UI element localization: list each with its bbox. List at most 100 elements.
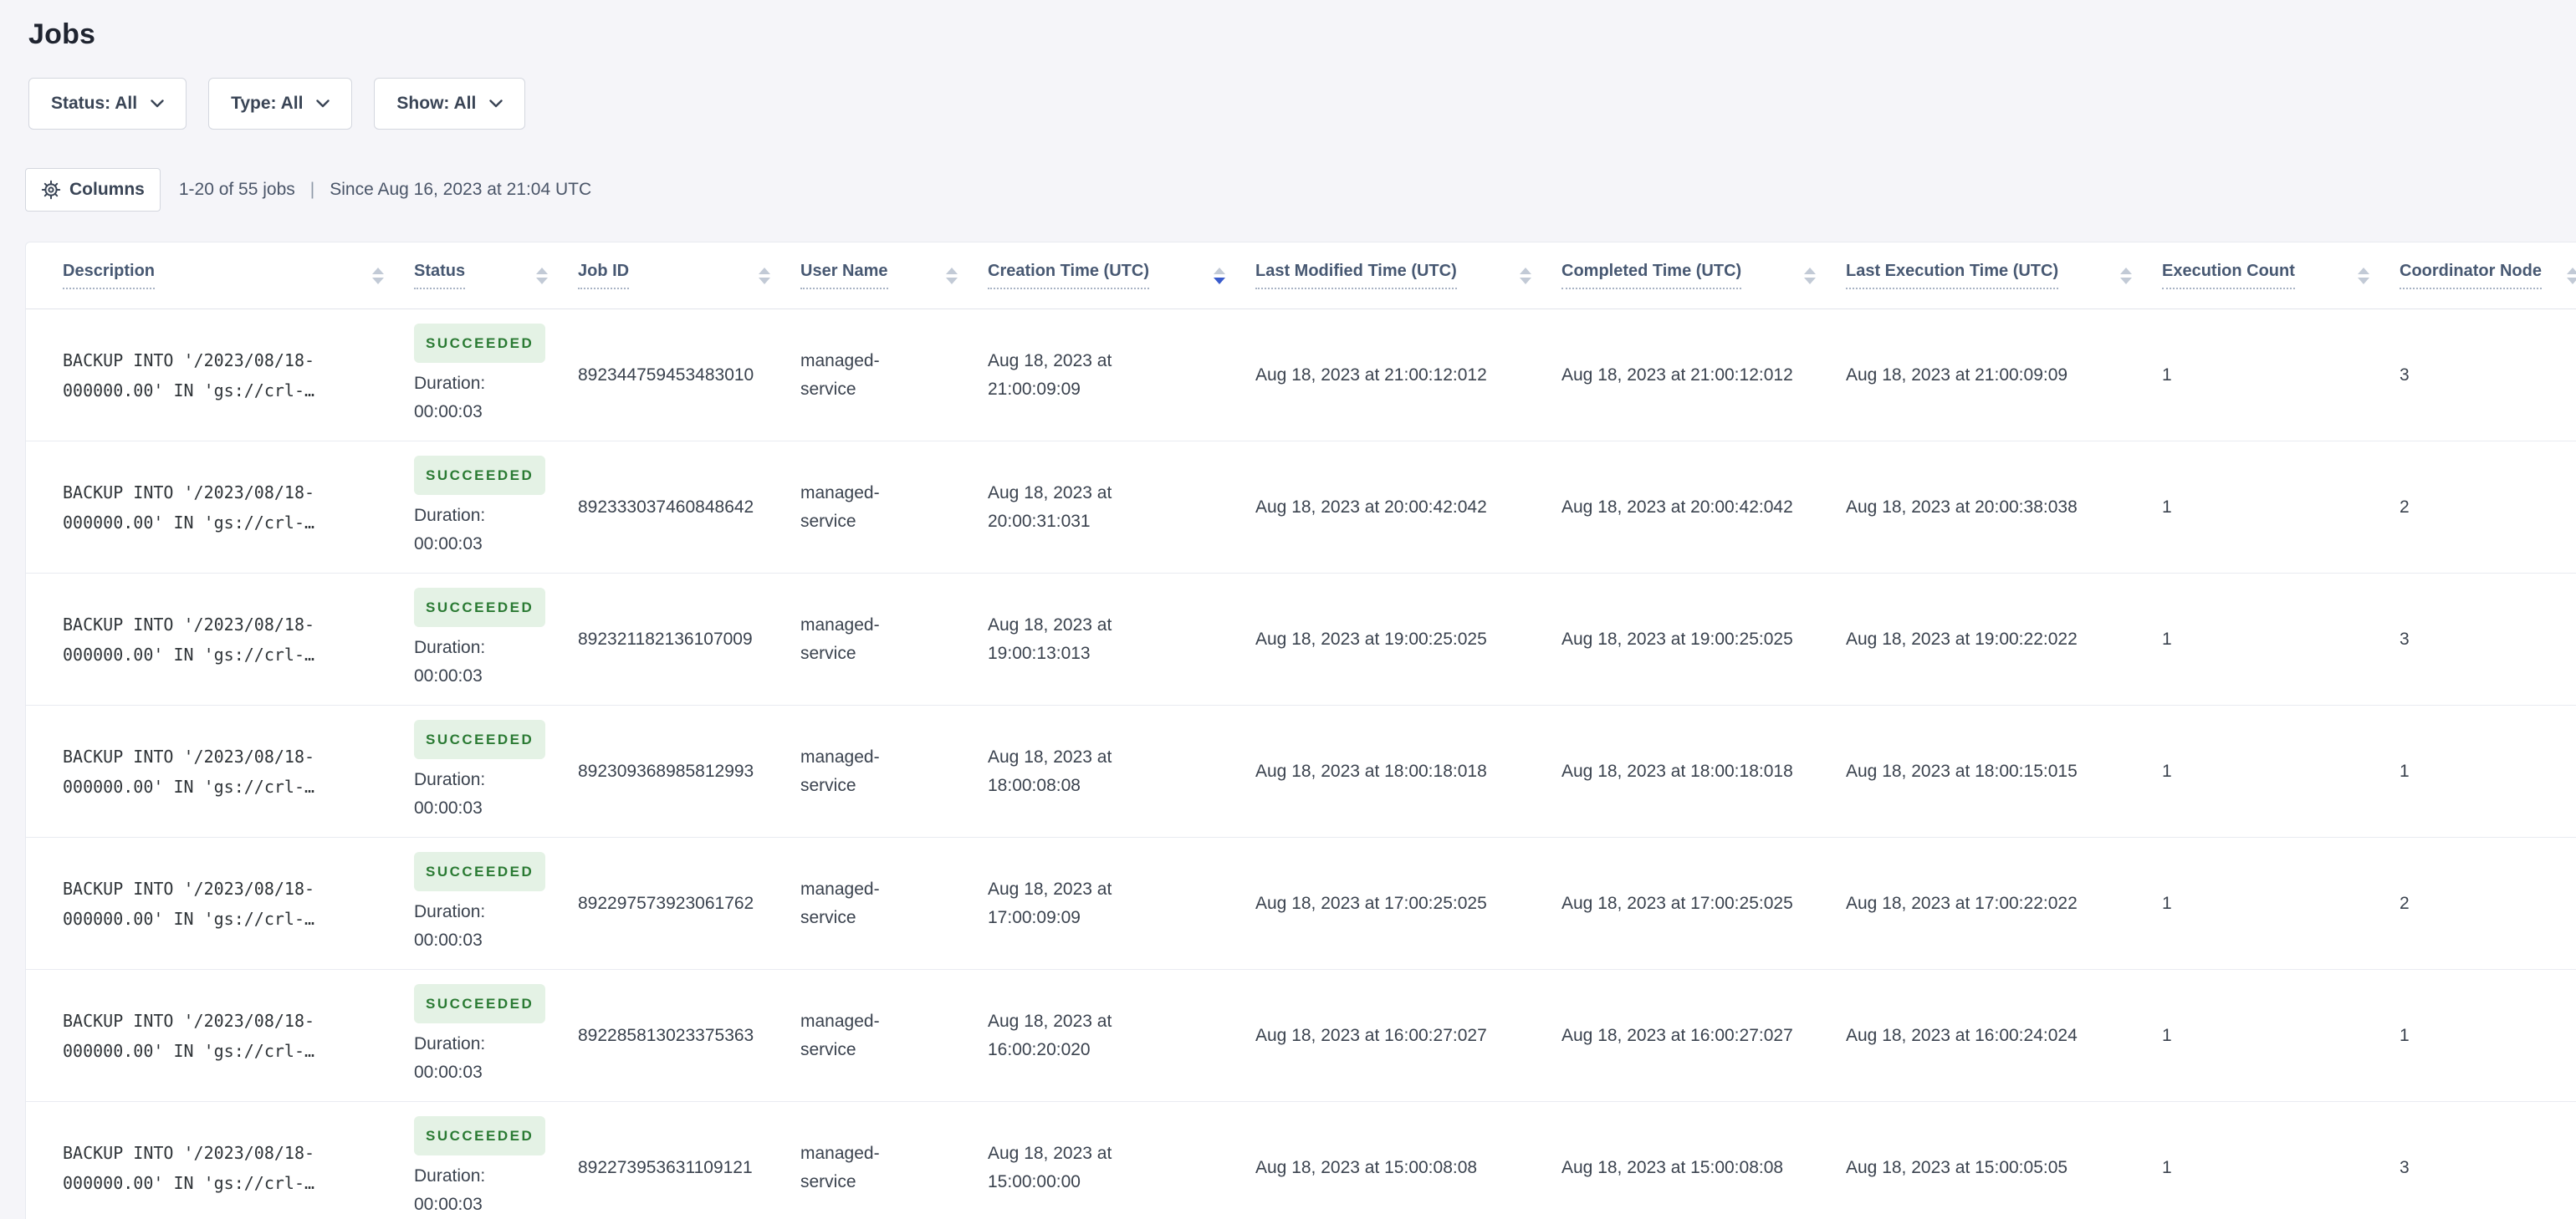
duration-label: Duration: — [414, 374, 486, 393]
show-filter-dropdown[interactable]: Show: All — [374, 78, 526, 130]
creation-time-line2: 16:00:20:020 — [988, 1039, 1091, 1059]
sort-icon — [2120, 267, 2132, 284]
table-row: BACKUP INTO '/2023/08/18- 000000.00' IN … — [26, 838, 2576, 970]
last-execution-time-cell: Aug 18, 2023 at 17:00:22:022 — [1846, 893, 2078, 913]
duration-value: 00:00:03 — [414, 402, 483, 421]
column-header-completed-time[interactable]: Completed Time (UTC) — [1561, 242, 1846, 309]
jobs-table: Description Status Job ID User Name Crea… — [25, 242, 2576, 1219]
job-description-link[interactable]: BACKUP INTO '/2023/08/18- 000000.00' IN … — [63, 1138, 384, 1198]
last-modified-time-cell: Aug 18, 2023 at 21:00:12:012 — [1255, 365, 1487, 385]
user-name-cell: managed-service — [800, 879, 880, 927]
job-description-link[interactable]: BACKUP INTO '/2023/08/18- 000000.00' IN … — [63, 1006, 384, 1066]
duration-label: Duration: — [414, 506, 486, 525]
description-line2: 000000.00' IN 'gs://crl-… — [63, 644, 315, 665]
creation-time-line1: Aug 18, 2023 at — [988, 1011, 1112, 1031]
sort-icon — [2567, 267, 2576, 284]
user-name-cell: managed-service — [800, 1143, 880, 1191]
status-filter-dropdown[interactable]: Status: All — [28, 78, 187, 130]
column-header-creation-time[interactable]: Creation Time (UTC) — [988, 242, 1255, 309]
show-filter-label: Show: All — [396, 94, 477, 113]
coordinator-node-cell: 3 — [2400, 365, 2410, 385]
job-id-cell: 892333037460848642 — [578, 497, 754, 517]
creation-time-line1: Aug 18, 2023 at — [988, 879, 1112, 899]
description-cell: BACKUP INTO '/2023/08/18- 000000.00' IN … — [26, 1138, 414, 1198]
column-header-label: Execution Count — [2162, 262, 2295, 289]
column-header-label: Coordinator Node — [2400, 262, 2542, 289]
completed-time-cell: Aug 18, 2023 at 15:00:08:08 — [1561, 1157, 1784, 1177]
coordinator-node-cell: 3 — [2400, 1157, 2410, 1177]
status-badge: SUCCEEDED — [414, 852, 546, 891]
coordinator-node-cell: 1 — [2400, 761, 2410, 781]
description-cell: BACKUP INTO '/2023/08/18- 000000.00' IN … — [26, 345, 414, 405]
column-header-last-execution-time[interactable]: Last Execution Time (UTC) — [1846, 242, 2162, 309]
columns-button[interactable]: Columns — [25, 168, 161, 212]
gear-icon — [41, 180, 61, 200]
last-modified-time-cell: Aug 18, 2023 at 15:00:08:08 — [1255, 1157, 1478, 1177]
duration-label: Duration: — [414, 902, 486, 921]
creation-time-cell: Aug 18, 2023 at 15:00:00:00 — [988, 1140, 1255, 1196]
status-cell: SUCCEEDED Duration: 00:00:03 — [414, 984, 578, 1087]
status-badge: SUCCEEDED — [414, 1116, 546, 1155]
filter-bar: Status: All Type: All Show: All — [28, 78, 2576, 130]
job-description-link[interactable]: BACKUP INTO '/2023/08/18- 000000.00' IN … — [63, 874, 384, 934]
description-cell: BACKUP INTO '/2023/08/18- 000000.00' IN … — [26, 1006, 414, 1066]
execution-count-cell: 1 — [2162, 1157, 2172, 1177]
coordinator-node-cell: 2 — [2400, 893, 2410, 913]
sort-icon — [2358, 267, 2369, 284]
status-cell: SUCCEEDED Duration: 00:00:03 — [414, 324, 578, 426]
type-filter-dropdown[interactable]: Type: All — [208, 78, 353, 130]
column-header-execution-count[interactable]: Execution Count — [2162, 242, 2400, 309]
coordinator-node-cell: 1 — [2400, 1025, 2410, 1045]
job-description-link[interactable]: BACKUP INTO '/2023/08/18- 000000.00' IN … — [63, 742, 384, 802]
completed-time-cell: Aug 18, 2023 at 20:00:42:042 — [1561, 497, 1793, 517]
description-line2: 000000.00' IN 'gs://crl-… — [63, 380, 315, 400]
column-header-last-modified-time[interactable]: Last Modified Time (UTC) — [1255, 242, 1561, 309]
coordinator-node-cell: 2 — [2400, 497, 2410, 517]
duration-label: Duration: — [414, 770, 486, 789]
toolbar-separator: | — [309, 180, 315, 199]
description-cell: BACKUP INTO '/2023/08/18- 000000.00' IN … — [26, 742, 414, 802]
column-header-label: User Name — [800, 262, 888, 289]
execution-count-cell: 1 — [2162, 497, 2172, 517]
column-header-coordinator-node[interactable]: Coordinator Node — [2400, 242, 2576, 309]
column-header-user-name[interactable]: User Name — [800, 242, 988, 309]
creation-time-cell: Aug 18, 2023 at 21:00:09:09 — [988, 347, 1255, 404]
execution-count-cell: 1 — [2162, 365, 2172, 385]
creation-time-line1: Aug 18, 2023 at — [988, 747, 1112, 767]
column-header-description[interactable]: Description — [26, 242, 414, 309]
user-name-cell: managed-service — [800, 482, 880, 531]
table-row: BACKUP INTO '/2023/08/18- 000000.00' IN … — [26, 970, 2576, 1102]
job-id-cell: 892297573923061762 — [578, 893, 754, 913]
status-filter-label: Status: All — [51, 94, 138, 113]
type-filter-label: Type: All — [231, 94, 304, 113]
column-header-status[interactable]: Status — [414, 242, 578, 309]
creation-time-line2: 20:00:31:031 — [988, 511, 1091, 531]
status-badge: SUCCEEDED — [414, 720, 546, 759]
last-modified-time-cell: Aug 18, 2023 at 19:00:25:025 — [1255, 629, 1487, 649]
jobs-count-text: 1-20 of 55 jobs — [178, 180, 295, 199]
table-row: BACKUP INTO '/2023/08/18- 000000.00' IN … — [26, 441, 2576, 574]
status-cell: SUCCEEDED Duration: 00:00:03 — [414, 588, 578, 691]
sort-icon — [946, 267, 958, 284]
creation-time-line1: Aug 18, 2023 at — [988, 615, 1112, 635]
since-timestamp-text: Since Aug 16, 2023 at 21:04 UTC — [330, 180, 592, 199]
last-execution-time-cell: Aug 18, 2023 at 19:00:22:022 — [1846, 629, 2078, 649]
description-line2: 000000.00' IN 'gs://crl-… — [63, 512, 315, 533]
job-description-link[interactable]: BACKUP INTO '/2023/08/18- 000000.00' IN … — [63, 477, 384, 538]
creation-time-cell: Aug 18, 2023 at 19:00:13:013 — [988, 611, 1255, 668]
last-modified-time-cell: Aug 18, 2023 at 18:00:18:018 — [1255, 761, 1487, 781]
job-description-link[interactable]: BACKUP INTO '/2023/08/18- 000000.00' IN … — [63, 610, 384, 670]
completed-time-cell: Aug 18, 2023 at 16:00:27:027 — [1561, 1025, 1793, 1045]
creation-time-cell: Aug 18, 2023 at 20:00:31:031 — [988, 479, 1255, 536]
status-cell: SUCCEEDED Duration: 00:00:03 — [414, 852, 578, 955]
creation-time-line2: 17:00:09:09 — [988, 907, 1081, 927]
column-header-label: Last Modified Time (UTC) — [1255, 262, 1457, 289]
last-execution-time-cell: Aug 18, 2023 at 21:00:09:09 — [1846, 365, 2068, 385]
sort-icon — [536, 267, 548, 284]
column-header-job-id[interactable]: Job ID — [578, 242, 800, 309]
job-description-link[interactable]: BACKUP INTO '/2023/08/18- 000000.00' IN … — [63, 345, 384, 405]
duration-value: 00:00:03 — [414, 534, 483, 553]
chevron-down-icon — [489, 99, 503, 108]
creation-time-line2: 21:00:09:09 — [988, 379, 1081, 399]
user-name-cell: managed-service — [800, 747, 880, 795]
